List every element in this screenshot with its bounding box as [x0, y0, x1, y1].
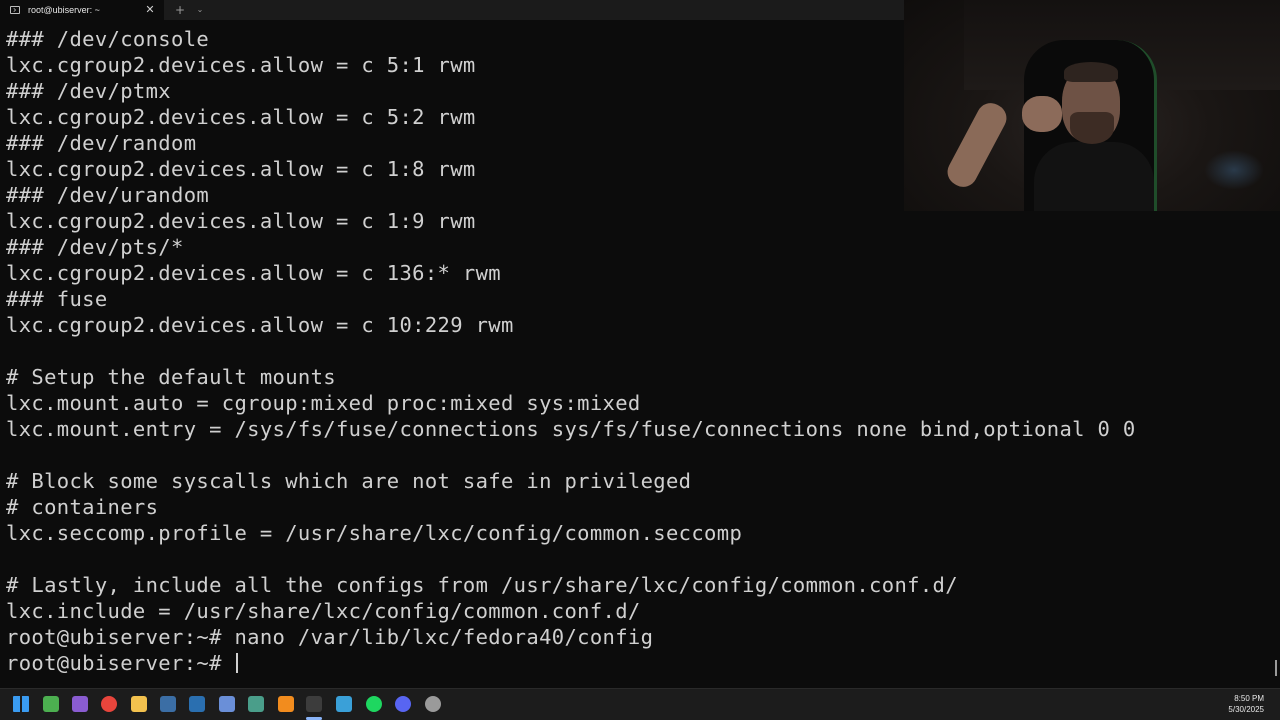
chevron-down-icon[interactable]: ⌄ [194, 2, 206, 18]
terminal-line: # containers [6, 495, 159, 519]
system-clock[interactable]: 8:50 PM 5/30/2025 [1228, 693, 1264, 715]
terminal-line: ### /dev/ptmx [6, 79, 171, 103]
vlc-icon[interactable] [278, 696, 294, 712]
tab-terminal[interactable]: root@ubiserver: ~ ✕ [0, 0, 164, 20]
shell-prompt: root@ubiserver:~# [6, 651, 235, 675]
spotify-icon[interactable] [366, 696, 382, 712]
clock-time: 8:50 PM [1234, 694, 1264, 703]
terminal-line: ### /dev/random [6, 131, 197, 155]
taskbar: 8:50 PM 5/30/2025 [0, 688, 1280, 720]
terminal-line: lxc.cgroup2.devices.allow = c 10:229 rwm [6, 313, 514, 337]
terminal-icon[interactable] [306, 696, 322, 712]
terminal-line: ### /dev/console [6, 27, 210, 51]
terminal-line: # Lastly, include all the configs from /… [6, 573, 958, 597]
close-icon[interactable]: ✕ [144, 3, 156, 17]
settings-icon[interactable] [425, 696, 441, 712]
terminal-line: ### /dev/urandom [6, 183, 210, 207]
save-disk-icon[interactable] [219, 696, 235, 712]
file-explorer-icon[interactable] [131, 696, 147, 712]
terminal-line: lxc.include = /usr/share/lxc/config/comm… [6, 599, 641, 623]
webcam-overlay [904, 0, 1280, 211]
terminal-line: lxc.mount.auto = cgroup:mixed proc:mixed… [6, 391, 641, 415]
discord-icon[interactable] [395, 696, 411, 712]
clock-date: 5/30/2025 [1228, 705, 1264, 714]
terminal-line: lxc.cgroup2.devices.allow = c 5:2 rwm [6, 105, 476, 129]
powershell-icon[interactable] [189, 696, 205, 712]
terminal-line: lxc.cgroup2.devices.allow = c 1:8 rwm [6, 157, 476, 181]
windows-start-icon[interactable] [13, 696, 29, 712]
terminal-line: # Setup the default mounts [6, 365, 336, 389]
app-icon[interactable] [160, 696, 176, 712]
terminal-line: ### fuse [6, 287, 108, 311]
terminal-line: lxc.cgroup2.devices.allow = c 1:9 rwm [6, 209, 476, 233]
scrollbar-thumb[interactable] [1275, 660, 1277, 676]
terminal-line: # Block some syscalls which are not safe… [6, 469, 692, 493]
chrome-icon[interactable] [101, 696, 117, 712]
package-icon[interactable] [336, 696, 352, 712]
snipping-tool-icon[interactable] [248, 696, 264, 712]
terminal-tab-icon [10, 6, 20, 14]
terminal-prompt-line[interactable]: root@ubiserver:~# [6, 650, 239, 676]
text-cursor [236, 653, 239, 673]
new-tab-button[interactable]: + [174, 2, 186, 18]
tab-title: root@ubiserver: ~ [28, 5, 100, 15]
terminal-line: lxc.cgroup2.devices.allow = c 136:* rwm [6, 261, 501, 285]
terminal-line: lxc.seccomp.profile = /usr/share/lxc/con… [6, 521, 743, 545]
notepad-plus-icon[interactable] [43, 696, 59, 712]
terminal-line: lxc.cgroup2.devices.allow = c 5:1 rwm [6, 53, 476, 77]
visual-studio-icon[interactable] [72, 696, 88, 712]
terminal-line: root@ubiserver:~# nano /var/lib/lxc/fedo… [6, 625, 654, 649]
terminal-line: lxc.mount.entry = /sys/fs/fuse/connectio… [6, 417, 1136, 441]
terminal-line: ### /dev/pts/* [6, 235, 184, 259]
